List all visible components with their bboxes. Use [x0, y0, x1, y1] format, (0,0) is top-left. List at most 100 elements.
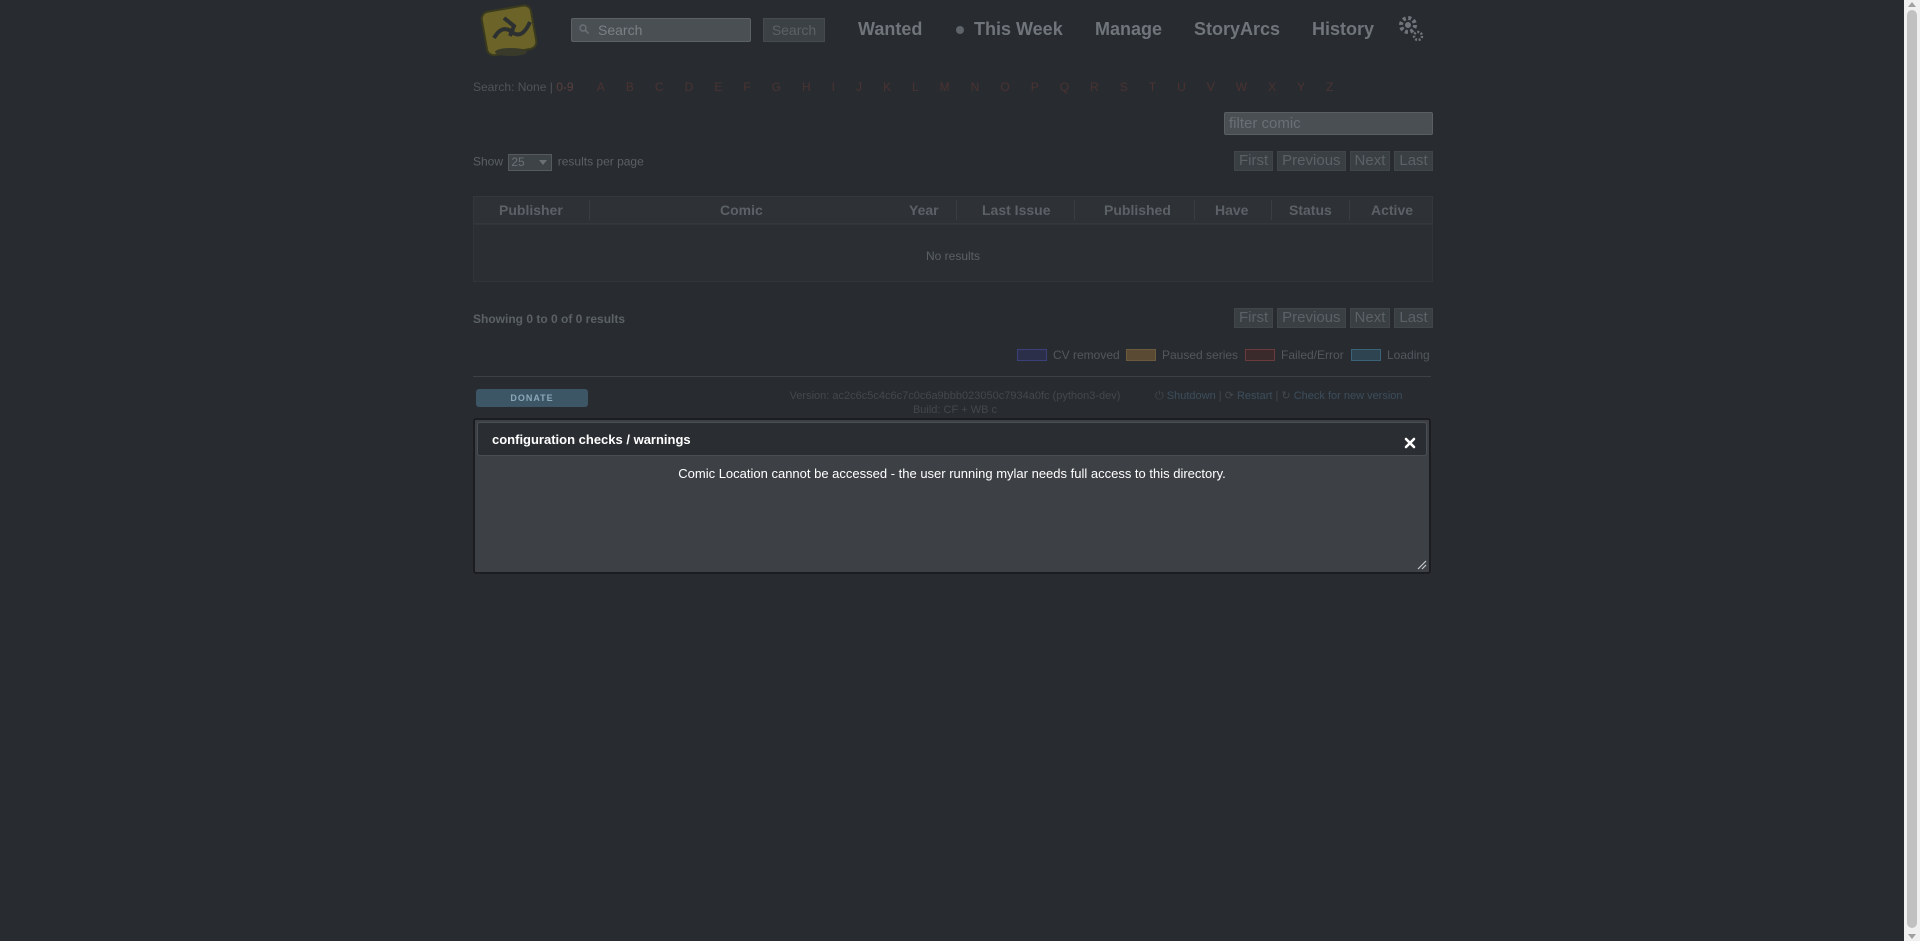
filter-placeholder: filter comic [1229, 115, 1301, 132]
column-comic[interactable]: Comic [720, 202, 763, 218]
last-page-button[interactable]: Last [1394, 151, 1433, 171]
alpha-letter-p[interactable]: P [1031, 80, 1039, 94]
alphabet-filter: Search: None | 0-9 ABCDEFGHIJKLMNOPQRSTU… [473, 80, 1354, 94]
nav-storyarcs[interactable]: StoryArcs [1194, 19, 1280, 40]
last-page-button[interactable]: Last [1394, 308, 1433, 328]
alpha-letter-n[interactable]: N [971, 80, 980, 94]
refresh-icon: ↻ [1281, 390, 1291, 402]
previous-page-button[interactable]: Previous [1277, 151, 1346, 171]
page-length-control: Show 25 results per page [473, 154, 644, 171]
alpha-letter-b[interactable]: B [626, 80, 634, 94]
legend-swatch [1017, 349, 1047, 361]
previous-page-button[interactable]: Previous [1277, 308, 1346, 328]
resize-handle-icon[interactable] [1417, 560, 1427, 570]
nav-manage[interactable]: Manage [1095, 19, 1162, 40]
alpha-letter-l[interactable]: L [912, 80, 919, 94]
config-warning-dialog: configuration checks / warnings Comic Lo… [473, 418, 1431, 574]
alpha-letter-u[interactable]: U [1177, 80, 1186, 94]
per-page-select[interactable]: 25 [508, 154, 553, 171]
alpha-letter-h[interactable]: H [802, 80, 811, 94]
alpha-letter-j[interactable]: J [856, 80, 862, 94]
alpha-letter-d[interactable]: D [685, 80, 694, 94]
column-divider [1271, 200, 1272, 220]
alpha-letter-c[interactable]: C [655, 80, 664, 94]
alpha-letter-i[interactable]: I [832, 80, 835, 94]
column-status[interactable]: Status [1289, 202, 1332, 218]
alpha-letter-o[interactable]: O [1000, 80, 1009, 94]
alpha-letter-y[interactable]: Y [1297, 80, 1305, 94]
close-icon[interactable] [1404, 437, 1416, 449]
first-page-button[interactable]: First [1234, 308, 1274, 328]
legend-failed: Failed/Error [1245, 348, 1344, 362]
column-active[interactable]: Active [1371, 202, 1413, 218]
column-divider [1074, 200, 1075, 220]
column-divider [1194, 200, 1195, 220]
alpha-letter-w[interactable]: W [1236, 80, 1247, 94]
alpha-letter-v[interactable]: V [1207, 80, 1215, 94]
dialog-titlebar[interactable]: configuration checks / warnings [477, 422, 1427, 456]
footer-links: ⏻ Shutdown | ⟳ Restart | ↻ Check for new… [1155, 390, 1403, 402]
column-divider [1349, 200, 1350, 220]
alpha-letter-g[interactable]: G [772, 80, 781, 94]
alpha-letter-r[interactable]: R [1090, 80, 1099, 94]
this-week-dot-icon [956, 26, 964, 34]
column-published[interactable]: Published [1104, 202, 1171, 218]
results-info: Showing 0 to 0 of 0 results [473, 312, 626, 326]
alpha-letter-z[interactable]: Z [1326, 80, 1333, 94]
legend-swatch [1245, 349, 1275, 361]
page-scrollbar[interactable] [1904, 0, 1920, 941]
search-input[interactable]: Search [571, 18, 751, 42]
scroll-down-arrow-icon[interactable] [1908, 934, 1916, 939]
column-year[interactable]: Year [909, 202, 939, 218]
column-publisher[interactable]: Publisher [499, 202, 563, 218]
legend-paused: Paused series [1126, 348, 1238, 362]
power-icon: ⏻ [1155, 390, 1164, 402]
alpha-letter-t[interactable]: T [1149, 80, 1156, 94]
nav-wanted[interactable]: Wanted [858, 19, 922, 40]
legend-swatch [1126, 349, 1156, 361]
donate-button[interactable]: DONATE [476, 389, 588, 407]
alpha-letter-x[interactable]: X [1268, 80, 1276, 94]
table-body: No results [473, 224, 1433, 282]
alpha-letter-k[interactable]: K [883, 80, 891, 94]
legend-cv-removed: CV removed [1017, 348, 1120, 362]
alpha-label: Search: None [473, 80, 547, 94]
alpha-letters: A B C D E F G H I J K L M N O P Q R S T U V W X Y Z [597, 80, 1355, 94]
nav-history[interactable]: History [1312, 19, 1374, 40]
search-button[interactable]: Search [763, 18, 825, 42]
column-divider [956, 200, 957, 220]
first-page-button[interactable]: First [1234, 151, 1274, 171]
filter-comic-input[interactable]: filter comic [1224, 112, 1433, 135]
dialog-message: Comic Location cannot be accessed - the … [678, 466, 1226, 481]
table-header: Publisher Comic Year Last Issue Publishe… [473, 196, 1433, 224]
shutdown-link[interactable]: Shutdown [1167, 390, 1216, 402]
scroll-up-arrow-icon[interactable] [1908, 2, 1916, 7]
nav-this-week[interactable]: This Week [974, 19, 1063, 40]
alpha-letter-m[interactable]: M [940, 80, 950, 94]
column-last-issue[interactable]: Last Issue [982, 202, 1050, 218]
scroll-thumb[interactable] [1907, 10, 1917, 928]
next-page-button[interactable]: Next [1349, 308, 1391, 328]
mylar-logo-icon[interactable] [478, 2, 544, 60]
legend-swatch [1351, 349, 1381, 361]
search-icon [579, 24, 589, 34]
restart-icon: ⟳ [1224, 390, 1234, 402]
version-info: Version: ac2c6c5c4c6c7c0c6a9bbb023050c79… [789, 390, 1121, 416]
settings-gear-icon[interactable] [1398, 14, 1424, 42]
alpha-letter-s[interactable]: S [1120, 80, 1128, 94]
alpha-0-9[interactable]: 0-9 [556, 80, 573, 94]
dialog-title: configuration checks / warnings [492, 432, 691, 447]
column-divider [589, 200, 590, 220]
check-update-link[interactable]: Check for new version [1294, 390, 1403, 402]
column-have[interactable]: Have [1215, 202, 1248, 218]
alpha-letter-e[interactable]: E [714, 80, 722, 94]
next-page-button[interactable]: Next [1349, 151, 1391, 171]
restart-link[interactable]: Restart [1237, 390, 1272, 402]
search-placeholder: Search [598, 22, 643, 38]
footer-divider [473, 376, 1431, 377]
alpha-letter-q[interactable]: Q [1060, 80, 1069, 94]
alpha-letter-a[interactable]: A [597, 80, 605, 94]
alpha-letter-f[interactable]: F [743, 80, 750, 94]
no-results-text: No results [925, 249, 981, 263]
pagination-bottom: First Previous Next Last [1234, 308, 1433, 328]
